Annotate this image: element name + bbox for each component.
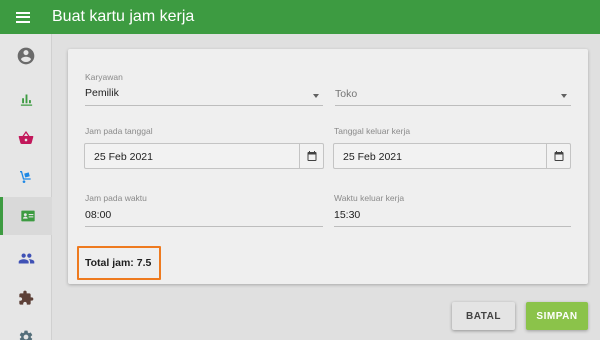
clock-out-time-value: 15:30	[334, 209, 361, 221]
sidebar-item-sales[interactable]	[0, 119, 52, 157]
chevron-down-icon	[313, 94, 319, 98]
clock-in-time-underline	[85, 226, 323, 227]
badge-icon	[20, 210, 35, 222]
clock-out-time-underline	[334, 226, 571, 227]
calendar-icon	[554, 151, 563, 161]
clock-out-date-field[interactable]: 25 Feb 2021	[333, 143, 571, 169]
puzzle-icon	[19, 290, 34, 305]
store-placeholder: Toko	[335, 88, 358, 100]
store-select[interactable]: Toko	[335, 72, 571, 106]
clock-in-time-label: Jam pada waktu	[85, 193, 147, 203]
clock-out-time-field[interactable]: Waktu keluar kerja 15:30	[334, 193, 571, 227]
page-title: Buat kartu jam kerja	[52, 8, 195, 25]
bar-chart-icon	[20, 94, 32, 106]
people-icon	[18, 253, 34, 263]
save-button[interactable]: SIMPAN	[526, 302, 588, 330]
clock-in-time-field[interactable]: Jam pada waktu 08:00	[85, 193, 323, 227]
clock-in-time-value: 08:00	[85, 209, 112, 221]
basket-icon	[18, 131, 34, 144]
clock-out-date-label: Tanggal keluar kerja	[334, 126, 411, 136]
sidebar-item-reports[interactable]	[0, 80, 52, 118]
employee-underline	[85, 105, 323, 106]
total-hours-box: Total jam: 7.5	[77, 246, 161, 280]
clock-out-date-value: 25 Feb 2021	[343, 151, 402, 163]
clock-out-time-label: Waktu keluar kerja	[334, 193, 405, 203]
cancel-button[interactable]: BATAL	[452, 302, 515, 330]
clock-in-date-label: Jam pada tanggal	[85, 126, 153, 136]
sidebar-item-settings[interactable]	[0, 318, 52, 340]
app-bar: Buat kartu jam kerja	[0, 0, 600, 34]
chevron-down-icon	[561, 94, 567, 98]
employee-select[interactable]: Karyawan Pemilik	[85, 72, 323, 106]
sidebar-item-inventory[interactable]	[0, 158, 52, 196]
sidebar-item-account[interactable]	[0, 37, 52, 75]
main-content: Karyawan Pemilik Toko Jam pada tanggal 2…	[52, 34, 600, 340]
sidebar-item-customers[interactable]	[0, 239, 52, 277]
employee-value: Pemilik	[85, 87, 119, 99]
calendar-button[interactable]	[546, 144, 570, 168]
store-underline	[335, 105, 571, 106]
dolly-icon	[20, 171, 31, 183]
employee-label: Karyawan	[85, 72, 123, 82]
total-hours: Total jam: 7.5	[85, 257, 152, 269]
calendar-button[interactable]	[299, 144, 323, 168]
sidebar-item-integrations[interactable]	[0, 279, 52, 317]
clock-in-date-value: 25 Feb 2021	[94, 151, 153, 163]
sidebar-item-timecards[interactable]	[0, 197, 52, 235]
calendar-icon	[307, 151, 316, 161]
account-circle-icon	[17, 47, 35, 65]
sidebar	[0, 34, 52, 340]
clock-in-date-field[interactable]: 25 Feb 2021	[84, 143, 324, 169]
gear-icon	[19, 330, 33, 340]
menu-icon[interactable]	[16, 11, 30, 23]
